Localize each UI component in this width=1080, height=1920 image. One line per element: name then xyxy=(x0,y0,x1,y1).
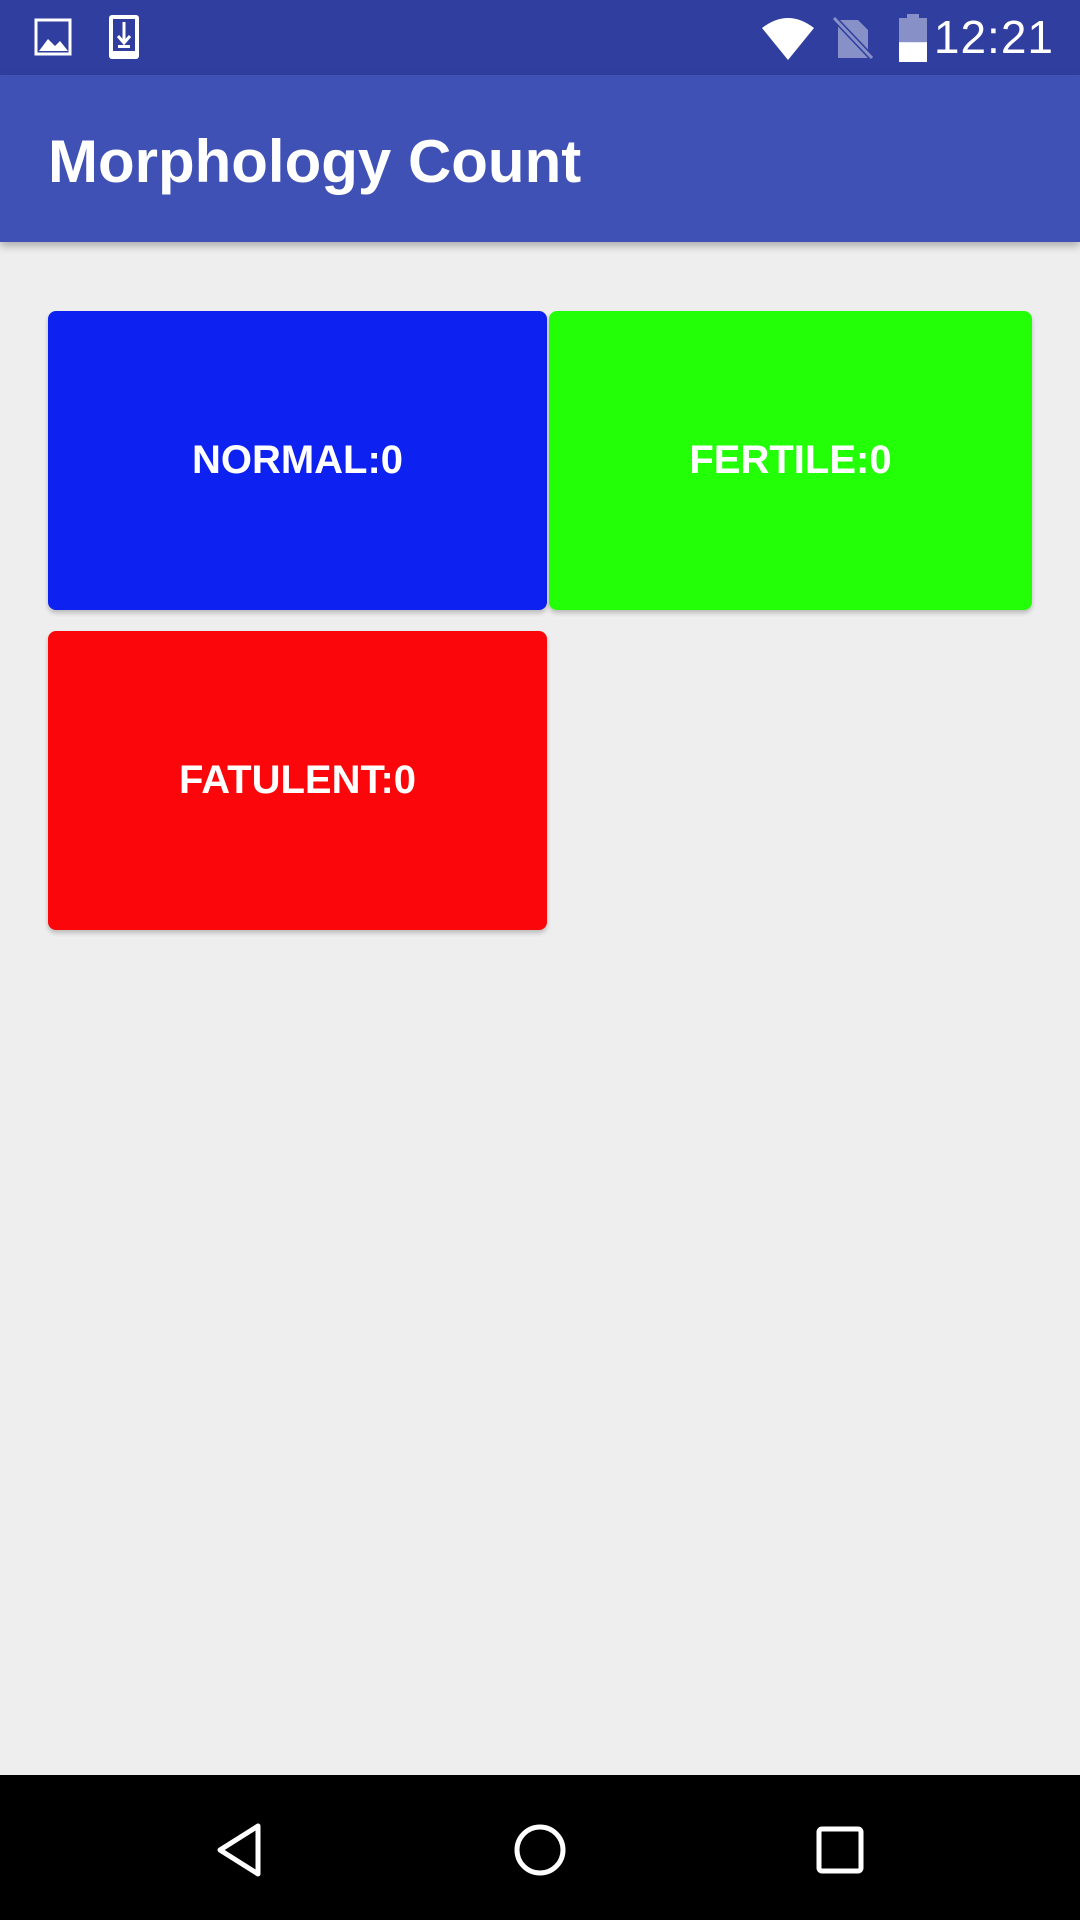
fatulent-count-button[interactable]: FATULENT:0 xyxy=(48,631,547,930)
fertile-count-label: FERTILE:0 xyxy=(689,438,892,482)
content-area: NORMAL:0 FERTILE:0 FATULENT:0 xyxy=(0,242,1080,1775)
navigation-bar xyxy=(0,1775,1080,1920)
battery-icon xyxy=(898,14,928,67)
status-bar: 12:21 xyxy=(0,0,1080,75)
normal-count-label: NORMAL:0 xyxy=(191,438,404,482)
fertile-count-button[interactable]: FERTILE:0 xyxy=(549,311,1032,610)
fatulent-count-label: FATULENT:0 xyxy=(178,758,417,802)
home-icon[interactable] xyxy=(505,1815,575,1885)
normal-count-button[interactable]: NORMAL:0 xyxy=(48,311,547,610)
recents-icon[interactable] xyxy=(805,1815,875,1885)
download-icon xyxy=(106,14,146,60)
page-title: Morphology Count xyxy=(48,128,582,195)
wifi-icon xyxy=(760,16,816,65)
image-icon xyxy=(34,14,74,60)
status-time: 12:21 xyxy=(933,11,1054,63)
no-sim-icon xyxy=(831,15,875,65)
back-icon[interactable] xyxy=(205,1815,275,1885)
app-bar: Morphology Count xyxy=(0,75,1080,242)
